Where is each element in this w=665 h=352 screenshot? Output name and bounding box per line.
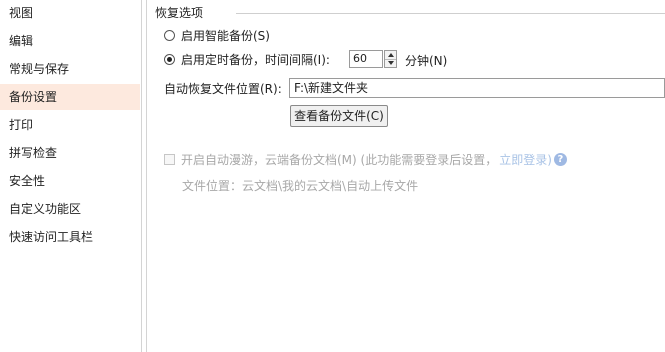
recovery-location-field[interactable]: F:\新建文件夹 <box>289 78 665 98</box>
timed-backup-option[interactable]: 启用定时备份，时间间隔(I): <box>164 50 330 68</box>
chevron-up-icon <box>388 53 394 57</box>
sidebar-item-print[interactable]: 打印 <box>0 112 140 138</box>
smart-backup-option[interactable]: 启用智能备份(S) <box>164 26 270 44</box>
cloud-file-location: 文件位置：云文档\我的云文档\自动上传文件 <box>182 179 419 193</box>
sidebar-item-customize-ribbon[interactable]: 自定义功能区 <box>0 196 140 222</box>
group-divider-line <box>236 13 665 14</box>
sidebar-item-general-save[interactable]: 常规与保存 <box>0 56 140 82</box>
cloud-roaming-checkbox <box>164 153 175 165</box>
content-divider <box>146 0 147 352</box>
sidebar-item-backup-settings[interactable]: 备份设置 <box>0 84 140 110</box>
timed-backup-radio[interactable] <box>164 53 175 65</box>
smart-backup-label: 启用智能备份(S) <box>181 28 270 43</box>
smart-backup-radio[interactable] <box>164 29 175 41</box>
timed-backup-label: 启用定时备份，时间间隔(I): <box>181 52 330 67</box>
sidebar-item-spelling[interactable]: 拼写检查 <box>0 140 140 166</box>
sidebar-divider <box>141 0 142 352</box>
interval-stepper[interactable] <box>384 50 397 68</box>
sidebar-item-edit[interactable]: 编辑 <box>0 28 140 54</box>
sidebar-item-view[interactable]: 视图 <box>0 0 140 26</box>
cloud-roaming-option: 开启自动漫游，云端备份文档(M) (此功能需要登录后设置， 立即登录) ? <box>164 150 567 168</box>
help-icon[interactable]: ? <box>553 152 567 166</box>
cloud-roaming-label: 开启自动漫游，云端备份文档(M) (此功能需要登录后设置， <box>181 152 498 167</box>
sidebar-item-security[interactable]: 安全性 <box>0 168 140 194</box>
interval-input[interactable]: 60 <box>349 50 383 68</box>
options-sidebar: 视图 编辑 常规与保存 备份设置 打印 拼写检查 安全性 自定义功能区 快速访问… <box>0 0 140 352</box>
restore-options-title: 恢复选项 <box>155 4 208 21</box>
stepper-down-button[interactable] <box>385 59 396 67</box>
view-backup-files-button[interactable]: 查看备份文件(C) <box>290 105 388 127</box>
chevron-down-icon <box>388 61 394 65</box>
interval-unit-label: 分钟(N) <box>405 54 448 68</box>
recovery-location-label: 自动恢复文件位置(R): <box>164 82 282 96</box>
sidebar-item-quick-access-toolbar[interactable]: 快速访问工具栏 <box>0 224 140 250</box>
login-now-link[interactable]: 立即登录) <box>499 151 552 168</box>
